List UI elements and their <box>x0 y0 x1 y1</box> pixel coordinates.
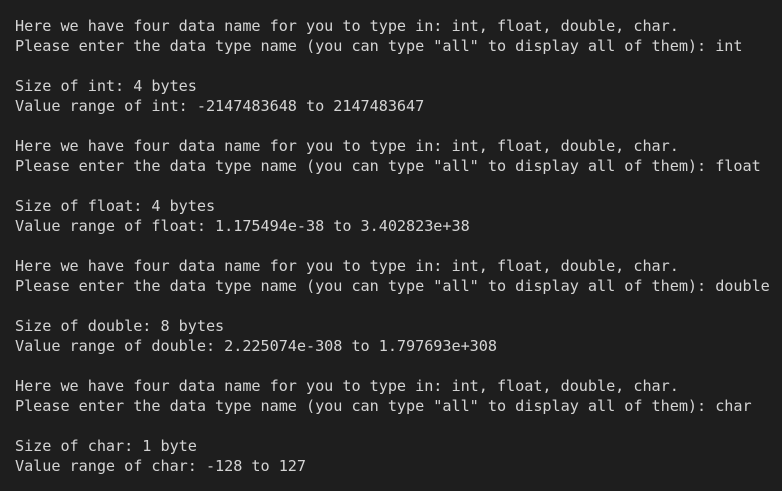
prompt-intro-line: Here we have four data name for you to t… <box>15 377 679 395</box>
prompt-intro-line: Here we have four data name for you to t… <box>15 17 679 35</box>
terminal-output: Here we have four data name for you to t… <box>0 0 782 491</box>
size-output-line: Size of char: 1 byte <box>15 437 197 455</box>
prompt-input-line: Please enter the data type name (you can… <box>15 397 752 415</box>
range-output-line: Value range of char: -128 to 127 <box>15 457 306 475</box>
prompt-input-line: Please enter the data type name (you can… <box>15 37 743 55</box>
prompt-intro-line: Here we have four data name for you to t… <box>15 137 679 155</box>
range-output-line: Value range of float: 1.175494e-38 to 3.… <box>15 217 470 235</box>
size-output-line: Size of double: 8 bytes <box>15 317 225 335</box>
size-output-line: Size of float: 4 bytes <box>15 197 216 215</box>
prompt-input-line: Please enter the data type name (you can… <box>15 277 770 295</box>
prompt-intro-line: Here we have four data name for you to t… <box>15 257 679 275</box>
range-output-line: Value range of int: -2147483648 to 21474… <box>15 97 425 115</box>
prompt-input-line: Please enter the data type name (you can… <box>15 157 761 175</box>
range-output-line: Value range of double: 2.225074e-308 to … <box>15 337 497 355</box>
size-output-line: Size of int: 4 bytes <box>15 77 197 95</box>
